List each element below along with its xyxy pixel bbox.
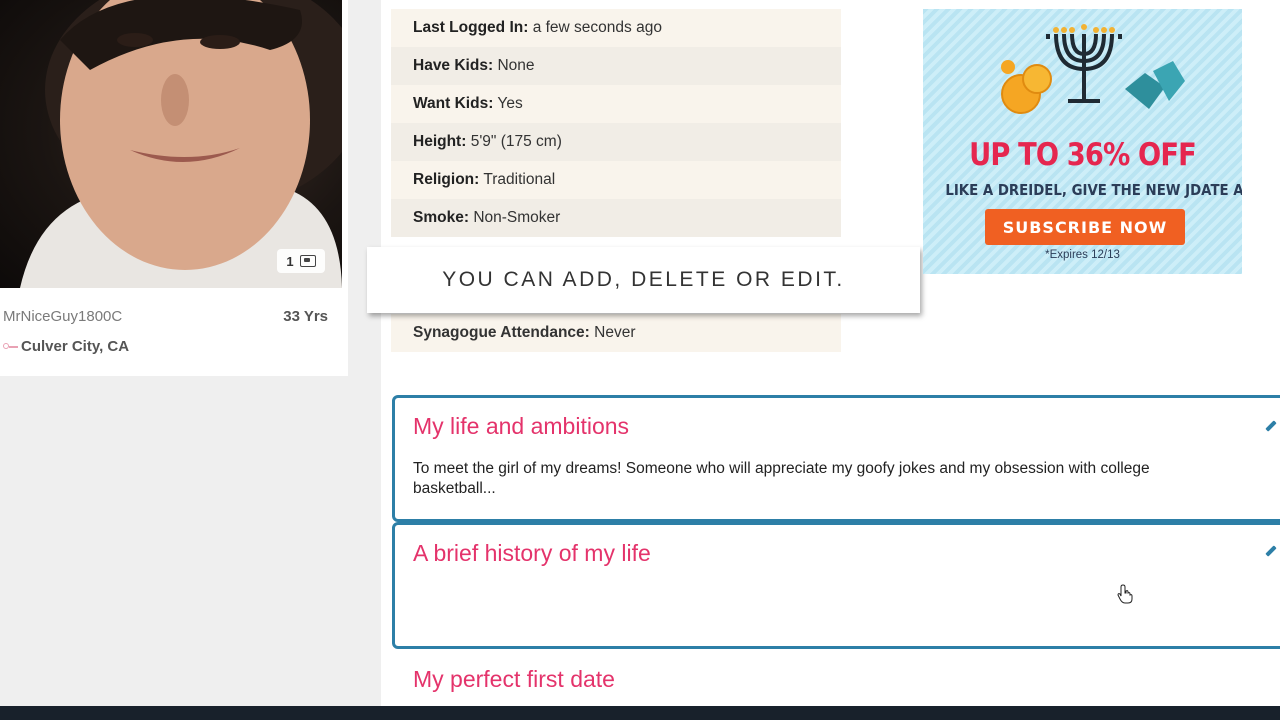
detail-label: Have Kids: <box>413 57 494 74</box>
detail-label: Last Logged In: <box>413 19 529 36</box>
detail-row-want-kids: Want Kids: Yes <box>391 85 841 123</box>
essay-title: My life and ambitions <box>413 413 630 439</box>
detail-row-height: Height: 5'9" (175 cm) <box>391 123 841 161</box>
detail-row-synagogue-attendance: Synagogue Attendance: Never <box>391 314 841 352</box>
ad-headline: UP TO 36% OFF <box>969 137 1197 173</box>
profile-photo-illustration <box>20 0 342 288</box>
location-pin-icon <box>3 343 18 349</box>
detail-label: Height: <box>413 133 467 150</box>
menorah-dreidel-illustration <box>1001 24 1185 114</box>
detail-row-last-logged-in: Last Logged In: a few seconds ago <box>391 9 841 47</box>
edit-pencil-icon[interactable] <box>1267 420 1277 430</box>
detail-value: Traditional <box>483 171 556 188</box>
age: 33 Yrs <box>283 308 328 325</box>
bottom-bar <box>0 706 1280 720</box>
detail-row-have-kids: Have Kids: None <box>391 47 841 85</box>
detail-value: a few seconds ago <box>532 19 662 36</box>
essay-body: To meet the girl of my dreams! Someone w… <box>413 460 1150 497</box>
photo-count: 1 <box>286 253 294 269</box>
edit-pencil-icon[interactable] <box>1267 545 1277 555</box>
detail-label: Religion: <box>413 171 480 188</box>
detail-value: Non-Smoker <box>473 209 561 226</box>
detail-label: Synagogue Attendance: <box>413 324 590 341</box>
photo-count-badge[interactable]: 1 <box>277 249 325 273</box>
advertisement-banner[interactable]: UP TO 36% OFF LIKE A DREIDEL, GIVE THE N… <box>923 9 1242 274</box>
detail-value: None <box>497 57 535 74</box>
left-column: 1 MrNiceGuy1800C 33 Yrs Culver City, CA <box>0 0 381 706</box>
detail-value: 5'9" (175 cm) <box>470 133 562 150</box>
profile-photo[interactable]: 1 <box>0 0 342 288</box>
essay-title: A brief history of my life <box>413 540 651 566</box>
detail-row-smoke: Smoke: Non-Smoker <box>391 199 841 237</box>
instruction-tooltip: YOU CAN ADD, DELETE OR EDIT. <box>367 247 920 313</box>
detail-row-religion: Religion: Traditional <box>391 161 841 199</box>
detail-label: Want Kids: <box>413 95 494 112</box>
profile-card: 1 MrNiceGuy1800C 33 Yrs Culver City, CA <box>0 0 348 376</box>
ad-subline: LIKE A DREIDEL, GIVE THE NEW JDATE A SPI… <box>945 181 1242 199</box>
detail-value: Yes <box>497 95 523 112</box>
essay-brief-history[interactable]: A brief history of my life <box>392 522 1280 649</box>
subscribe-now-button[interactable]: SUBSCRIBE NOW <box>985 209 1185 245</box>
essay-perfect-first-date-title[interactable]: My perfect first date <box>413 666 615 693</box>
detail-value: Never <box>594 324 636 341</box>
detail-label: Smoke: <box>413 209 469 226</box>
ad-expiry: *Expires 12/13 <box>1045 249 1120 261</box>
photo-gallery-icon <box>299 255 316 267</box>
location: Culver City, CA <box>21 338 130 355</box>
essay-life-and-ambitions[interactable]: My life and ambitions To meet the girl o… <box>392 395 1280 522</box>
hand-cursor-icon <box>1117 584 1133 604</box>
username: MrNiceGuy1800C <box>3 308 123 325</box>
profile-details: Last Logged In: a few seconds ago Have K… <box>391 9 841 237</box>
